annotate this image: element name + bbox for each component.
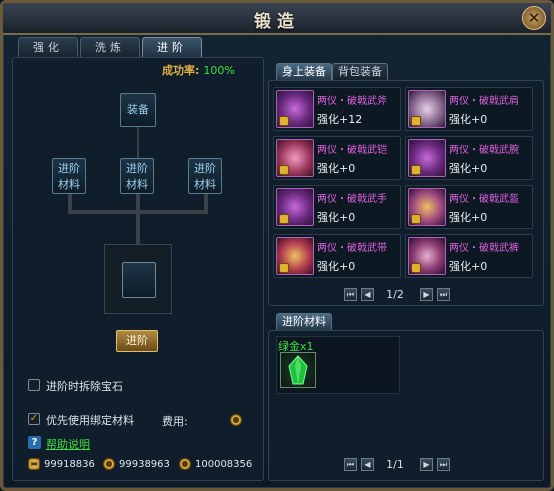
item-level: 强化+0 — [449, 260, 488, 273]
item-name: 两仪・破戟武斧 — [317, 96, 387, 107]
item-level: 强化+0 — [317, 211, 356, 224]
material-slot-3[interactable]: 进阶 材料 — [188, 158, 222, 194]
last-page-button[interactable]: ⏭ — [437, 458, 450, 471]
success-rate: 成功率: 100% — [162, 62, 235, 78]
axe-icon — [276, 90, 314, 128]
pants-icon — [408, 237, 446, 275]
armor-icon — [276, 139, 314, 177]
gauntlet-icon — [276, 188, 314, 226]
green-gem-icon — [288, 355, 308, 385]
item-name: 两仪・破戟武肩 — [449, 96, 519, 107]
advance-button[interactable]: 进阶 — [116, 330, 158, 352]
tab-advance-materials[interactable]: 进阶材料 — [276, 313, 332, 331]
item-name: 两仪・破戟武手 — [317, 194, 387, 205]
material-slot-1[interactable]: 进阶 材料 — [52, 158, 86, 194]
coin-icon: ● — [230, 414, 242, 426]
material-slot-label: 材料 — [194, 178, 216, 191]
lock-icon — [411, 116, 421, 126]
lock-icon — [411, 165, 421, 175]
last-page-button[interactable]: ⏭ — [437, 288, 450, 301]
gold-amount: 99918836 — [44, 459, 95, 470]
first-page-button[interactable]: ⏮ — [344, 458, 357, 471]
gold-ingot-icon: ▬ — [28, 458, 40, 470]
title-bar: 锻造 ✕ — [3, 3, 551, 35]
bracer-icon — [408, 139, 446, 177]
coin-icon: ● — [103, 458, 115, 470]
help-icon[interactable]: ? — [28, 436, 41, 449]
lock-icon — [411, 214, 421, 224]
lock-icon — [279, 165, 289, 175]
first-page-button[interactable]: ⏮ — [344, 288, 357, 301]
item-level: 强化+0 — [449, 162, 488, 175]
shoulder-icon — [408, 90, 446, 128]
equipment-item[interactable]: 两仪・破戟武肩 强化+0 — [405, 87, 533, 131]
remove-gem-label: 进阶时拆除宝石 — [46, 380, 123, 393]
result-slot[interactable] — [122, 262, 156, 298]
item-name: 两仪・破戟武铠 — [317, 145, 387, 156]
lock-icon — [279, 116, 289, 126]
material-slot[interactable] — [280, 352, 316, 388]
material-slot-label: 进阶 — [126, 162, 148, 175]
tab-bag-equipment[interactable]: 背包装备 — [332, 63, 388, 81]
tab-worn-equipment[interactable]: 身上装备 — [276, 63, 332, 81]
prefer-bound-label: 优先使用绑定材料 — [46, 414, 134, 427]
equipment-item[interactable]: 两仪・破戟武盔 强化+0 — [405, 185, 533, 229]
coin-amount: 99938963 — [119, 459, 170, 470]
tab-refine[interactable]: 洗炼 — [80, 37, 140, 57]
material-slot-label: 材料 — [58, 178, 80, 191]
item-name: 两仪・破戟武盔 — [449, 194, 519, 205]
remove-gem-checkbox[interactable] — [28, 379, 40, 391]
material-slot-label: 进阶 — [194, 162, 216, 175]
belt-icon — [276, 237, 314, 275]
page-indicator: 1/1 — [386, 458, 404, 471]
equipment-item[interactable]: 两仪・破戟武裤 强化+0 — [405, 234, 533, 278]
connector-line — [136, 210, 140, 244]
prefer-bound-checkbox[interactable]: ✓ — [28, 413, 40, 425]
bound-coin-amount: 100008356 — [195, 459, 253, 470]
equipment-item[interactable]: 两仪・破戟武带 强化+0 — [273, 234, 401, 278]
item-name: 两仪・破戟武裤 — [449, 243, 519, 254]
equipment-item[interactable]: 两仪・破戟武腕 强化+0 — [405, 136, 533, 180]
success-rate-label: 成功率: — [162, 64, 200, 77]
tab-enhance[interactable]: 强化 — [18, 37, 78, 57]
equipment-item[interactable]: 两仪・破戟武斧 强化+12 — [273, 87, 401, 131]
cost-label: 费用: — [162, 415, 188, 428]
equipment-item[interactable]: 两仪・破戟武手 强化+0 — [273, 185, 401, 229]
equip-slot[interactable]: 装备 — [120, 93, 156, 127]
item-name: 两仪・破戟武腕 — [449, 145, 519, 156]
item-level: 强化+0 — [449, 113, 488, 126]
connector-line — [137, 127, 139, 159]
help-link[interactable]: 帮助说明 — [46, 436, 90, 452]
tab-advance[interactable]: 进阶 — [142, 37, 202, 57]
next-page-button[interactable]: ▶ — [420, 458, 433, 471]
close-button[interactable]: ✕ — [522, 6, 546, 30]
material-slot-2[interactable]: 进阶 材料 — [120, 158, 154, 194]
material-slot-label: 进阶 — [58, 162, 80, 175]
item-level: 强化+0 — [449, 211, 488, 224]
next-page-button[interactable]: ▶ — [420, 288, 433, 301]
helmet-icon — [408, 188, 446, 226]
page-indicator: 1/2 — [386, 288, 404, 301]
result-frame — [104, 244, 172, 314]
bound-coin-icon: ● — [179, 458, 191, 470]
prev-page-button[interactable]: ◀ — [361, 288, 374, 301]
success-rate-value: 100% — [203, 64, 235, 77]
prev-page-button[interactable]: ◀ — [361, 458, 374, 471]
lock-icon — [279, 214, 289, 224]
equip-slot-label: 装备 — [127, 103, 149, 116]
lock-icon — [411, 263, 421, 273]
equipment-item[interactable]: 两仪・破戟武铠 强化+0 — [273, 136, 401, 180]
item-name: 两仪・破戟武带 — [317, 243, 387, 254]
material-slot-label: 材料 — [126, 178, 148, 191]
item-level: 强化+0 — [317, 260, 356, 273]
window-title: 锻造 — [254, 12, 300, 32]
item-level: 强化+12 — [317, 113, 363, 126]
item-level: 强化+0 — [317, 162, 356, 175]
lock-icon — [279, 263, 289, 273]
